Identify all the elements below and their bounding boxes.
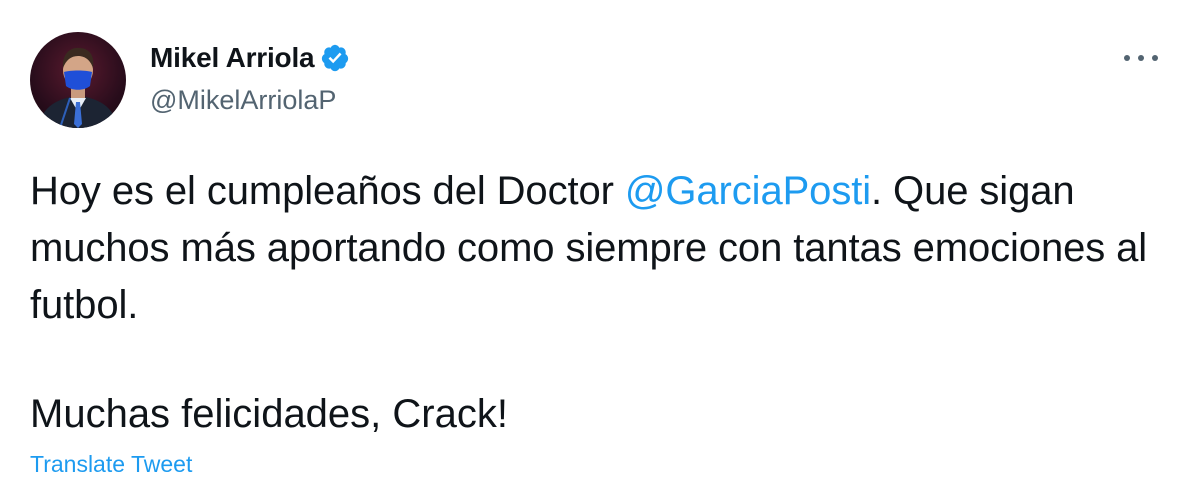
tweet-header: Mikel Arriola @MikelArriolaP <box>150 40 350 116</box>
tweet-text-paragraph: Muchas felicidades, Crack! <box>30 392 508 436</box>
verified-badge-icon <box>320 43 350 73</box>
display-name[interactable]: Mikel Arriola <box>150 42 315 74</box>
profile-photo-icon <box>38 47 118 128</box>
tweet-text: Hoy es el cumpleaños del Doctor @GarciaP… <box>30 163 1150 334</box>
mention-link[interactable]: @GarciaPosti <box>625 169 871 213</box>
tweet-card: Mikel Arriola @MikelArriolaP Hoy es el c… <box>0 0 1196 484</box>
more-horizontal-icon <box>1124 55 1130 61</box>
more-options-button[interactable] <box>1124 48 1158 68</box>
avatar[interactable] <box>30 32 126 128</box>
more-horizontal-icon <box>1138 55 1144 61</box>
name-row: Mikel Arriola <box>150 40 350 76</box>
user-handle[interactable]: @MikelArriolaP <box>150 85 350 116</box>
tweet-text-part: Hoy es el cumpleaños del Doctor <box>30 169 625 213</box>
translate-tweet-link[interactable]: Translate Tweet <box>30 451 192 478</box>
more-horizontal-icon <box>1152 55 1158 61</box>
